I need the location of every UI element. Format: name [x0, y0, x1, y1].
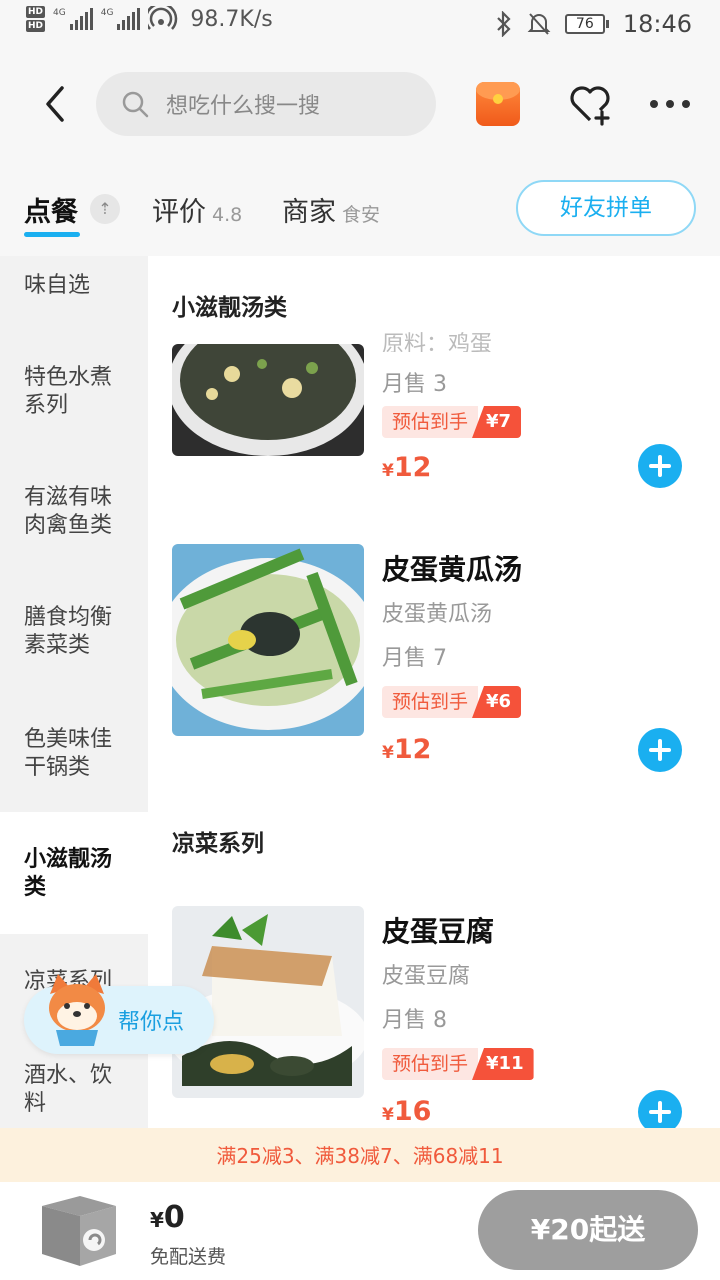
- dish-price: ¥16: [382, 1096, 431, 1127]
- help-me-order-label: 帮你点: [118, 1010, 185, 1035]
- list-item[interactable]: 原料：鸡蛋 月售 3 预估到手 ¥7 ¥12: [172, 256, 702, 488]
- sidebar-item-meat[interactable]: 有滋有味肉禽鱼类: [0, 484, 148, 540]
- estimated-price-badge: 预估到手 ¥11: [382, 1048, 534, 1080]
- price-symbol: ¥: [382, 743, 394, 763]
- dish-desc: 皮蛋豆腐: [382, 964, 471, 989]
- battery-level: 76: [564, 14, 605, 34]
- promo-value: ¥11: [472, 1048, 534, 1080]
- tab-order[interactable]: 点餐: [24, 190, 78, 229]
- sidebar-item-flavor[interactable]: 味自选: [0, 272, 148, 300]
- dish-desc: 皮蛋黄瓜汤: [382, 602, 493, 627]
- monthly-sales: 月售 3: [382, 372, 447, 397]
- dish-name: 皮蛋豆腐: [382, 915, 495, 948]
- tab-reviews-label: 评价: [152, 197, 206, 228]
- discount-banner: 满25减3、满38减7、满68减11: [0, 1128, 720, 1182]
- hd-badge-2: HD: [26, 20, 46, 32]
- search-icon: [122, 91, 149, 118]
- price-symbol: ¥: [382, 1105, 394, 1125]
- search-placeholder: 想吃什么搜一搜: [166, 94, 321, 119]
- price-symbol: ¥: [382, 461, 394, 481]
- promo-value: ¥7: [472, 406, 522, 438]
- signal-icon-2: 4G: [101, 8, 141, 30]
- favorite-add-icon[interactable]: [566, 82, 614, 126]
- monthly-sales: 月售 7: [382, 646, 447, 671]
- help-me-order-button[interactable]: 帮你点: [24, 974, 214, 1054]
- sidebar-item-drypot[interactable]: 色美味佳干锅类: [0, 726, 148, 782]
- total-symbol: ¥: [150, 1208, 164, 1232]
- add-to-cart-button[interactable]: [638, 444, 682, 488]
- list-item[interactable]: 皮蛋豆腐 皮蛋豆腐 月售 8 预估到手 ¥11 ¥16: [172, 906, 702, 1134]
- cart-box-icon[interactable]: [36, 1192, 122, 1268]
- status-bar: HD HD 4G 4G 98.7K/s 76 18:46: [0, 0, 720, 50]
- price-value: 12: [393, 452, 432, 483]
- price-value: 12: [393, 734, 432, 765]
- search-input[interactable]: 想吃什么搜一搜: [96, 72, 436, 136]
- signal-icon-1: 4G: [53, 8, 93, 30]
- delivery-fee: 免配送费: [150, 1246, 227, 1268]
- rating-value: 4.8: [212, 204, 243, 226]
- add-to-cart-button[interactable]: [638, 728, 682, 772]
- red-packet-icon[interactable]: [476, 82, 520, 126]
- total-value: 0: [163, 1200, 185, 1235]
- app-screen: HD HD 4G 4G 98.7K/s 76 18:46 想吃什么搜一搜 点餐 …: [0, 0, 720, 1280]
- sidebar-item-drinks[interactable]: 酒水、饮料: [0, 1062, 148, 1118]
- dish-image: [172, 544, 364, 736]
- hd-badge-1: HD: [26, 6, 46, 18]
- network-speed: 98.7K/s: [190, 6, 273, 32]
- network-type-1: 4G: [53, 8, 66, 18]
- shiba-mascot-icon: [49, 974, 105, 1046]
- tab-reviews[interactable]: 评价 4.8: [152, 190, 242, 229]
- section-title-cold: 凉菜系列: [172, 831, 264, 857]
- dish-price: ¥12: [382, 734, 431, 765]
- tab-order-label: 点餐: [24, 197, 78, 228]
- dish-desc: 原料：鸡蛋: [382, 332, 493, 352]
- pin-top-icon[interactable]: ⇡: [90, 194, 120, 224]
- price-value: 16: [393, 1096, 432, 1127]
- hd-icons: HD HD: [26, 6, 46, 32]
- dish-image: [172, 344, 364, 456]
- mute-bell-icon: [527, 13, 551, 35]
- monthly-sales: 月售 8: [382, 1008, 447, 1033]
- active-tab-indicator: [24, 232, 80, 237]
- menu-list: 小滋靓汤类 原料：鸡蛋 月售 3 预估到手 ¥7 ¥12 皮蛋黄瓜汤 皮蛋黄瓜汤…: [148, 256, 720, 1184]
- estimated-price-badge: 预估到手 ¥6: [382, 686, 522, 718]
- tab-bar: 点餐 ⇡ 评价 4.8 商家 食安 好友拼单: [0, 160, 720, 256]
- battery-icon: 76: [564, 14, 609, 34]
- sidebar-item-soup[interactable]: 小滋靓汤类: [0, 846, 148, 902]
- sidebar-item-boiled[interactable]: 特色水煮系列: [0, 364, 148, 420]
- estimated-price-badge: 预估到手 ¥7: [382, 406, 522, 438]
- list-item[interactable]: 皮蛋黄瓜汤 皮蛋黄瓜汤 月售 7 预估到手 ¥6 ¥12: [172, 544, 702, 772]
- food-safety-badge: 食安: [342, 204, 381, 226]
- promo-label: 预估到手: [382, 406, 479, 438]
- hotspot-icon: [148, 6, 178, 30]
- promo-value: ¥6: [472, 686, 522, 718]
- promo-label: 预估到手: [382, 686, 479, 718]
- clock: 18:46: [622, 10, 692, 38]
- bluetooth-icon: [497, 11, 511, 37]
- back-arrow-icon[interactable]: [36, 82, 76, 126]
- tab-merchant-label: 商家: [282, 197, 336, 228]
- more-options-icon[interactable]: [650, 100, 690, 108]
- dish-price: ¥12: [382, 452, 431, 483]
- top-header: 想吃什么搜一搜: [0, 62, 720, 146]
- network-type-2: 4G: [100, 8, 114, 18]
- minimum-order-button[interactable]: ¥20起送: [478, 1190, 698, 1270]
- sidebar-item-veg[interactable]: 膳食均衡素菜类: [0, 604, 148, 660]
- group-order-button[interactable]: 好友拼单: [516, 180, 696, 236]
- checkout-bar: ¥0 免配送费 ¥20起送: [0, 1182, 720, 1280]
- dish-name: 皮蛋黄瓜汤: [382, 553, 523, 586]
- promo-label: 预估到手: [382, 1048, 479, 1080]
- tab-merchant[interactable]: 商家 食安: [282, 190, 380, 229]
- cart-total: ¥0: [150, 1200, 185, 1235]
